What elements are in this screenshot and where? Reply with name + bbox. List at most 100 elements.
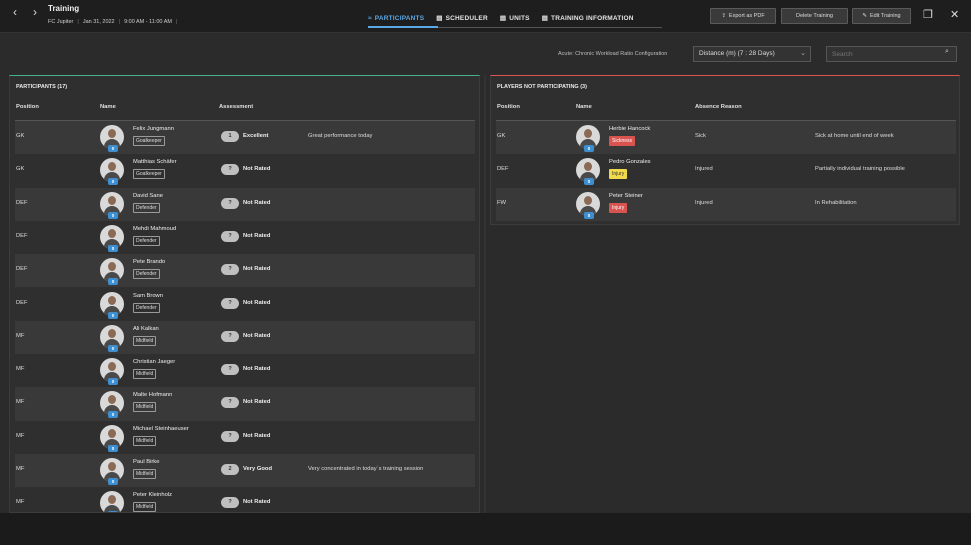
rating-badge[interactable]: ? [221, 297, 239, 309]
search-icon: ⌕ [945, 48, 949, 55]
avatar-badge: 0 [108, 344, 118, 352]
player-name[interactable]: Herbie Hancock [609, 126, 650, 132]
table-row[interactable]: DEF 0 Sam Brown Defender? Not Rated [15, 288, 475, 321]
rating-badge[interactable]: ? [221, 364, 239, 376]
player-position: GK [497, 133, 506, 139]
separator: | [175, 19, 178, 25]
absence-note: Sick at home until end of week [815, 133, 894, 139]
avatar-badge: 0 [108, 311, 118, 319]
chevron-right-icon[interactable]: › [33, 5, 37, 19]
player-name[interactable]: Pete Brando [133, 259, 165, 265]
player-role-badge: Defender [133, 202, 160, 213]
rating-badge[interactable]: ? [221, 230, 239, 242]
avatar-badge: 0 [584, 178, 594, 186]
player-name[interactable]: David Sane [133, 193, 163, 199]
table-row[interactable]: DEF 0 Pete Brando Defender? Not Rated [15, 254, 475, 288]
player-name[interactable]: Peter Kleinholz [133, 492, 172, 498]
delete-label: Delete Training [796, 13, 833, 19]
avatar-head [108, 395, 116, 405]
avatar-badge: 0 [108, 278, 118, 286]
player-name[interactable]: Ali Kalkan [133, 326, 159, 332]
player-position: MF [16, 366, 25, 373]
player-role-badge: Midfield [133, 335, 157, 346]
table-row[interactable]: GK 0 Herbie Hancock Sickness Sick Sick at hom… [496, 121, 956, 155]
export-pdf-button[interactable]: ⇪ Export as PDF [710, 8, 776, 24]
player-position: MF [16, 499, 25, 506]
rating-badge[interactable]: ? [221, 397, 239, 409]
player-role-badge: Midfield [133, 369, 157, 380]
player-name[interactable]: Michael Steinhaeuser [133, 426, 189, 432]
table-row[interactable]: DEF 0 Pedro Gonzales Injury Injured Partially… [496, 154, 956, 187]
player-name[interactable]: Christian Jaeger [133, 359, 175, 365]
avatar-head [108, 428, 116, 438]
search-input[interactable] [826, 46, 957, 62]
top-bar: ‹ › Training FC Jupiter | Jan 31, 2022 |… [0, 0, 971, 33]
tab-underline [368, 26, 662, 28]
absence-tag: Sickness [609, 136, 636, 146]
avatar-badge: 0 [584, 145, 594, 152]
popout-icon[interactable]: ❐ [923, 8, 933, 21]
player-name[interactable]: Mehdi Mahmoud [133, 226, 176, 232]
player-name[interactable]: Felix Jungmann [133, 126, 174, 132]
table-row[interactable]: FW 0 Peter Steiner Injury Injured In Rehabili… [496, 187, 956, 221]
not-participating-title: PLAYERS NOT PARTICIPATING (3) [497, 84, 587, 90]
assessment-comment: Great performance today [308, 133, 373, 139]
table-row[interactable]: MF 0 Paul Birke Midfield 2 Very Good Very conc… [15, 454, 475, 488]
rating-label: Not Rated [243, 399, 271, 406]
edit-training-button[interactable]: ✎ Edit Training [852, 8, 911, 24]
assessment-comment: Very concentrated in today´s training se… [308, 466, 424, 472]
rating-badge[interactable]: 2 [221, 464, 239, 475]
tab-label: UNITS [509, 14, 530, 22]
rating-badge[interactable]: ? [221, 197, 239, 209]
absence-tag: Injury [609, 169, 628, 180]
player-role-badge: Midfield [133, 469, 157, 479]
delete-training-button[interactable]: Delete Training [781, 8, 848, 24]
rating-badge[interactable]: ? [221, 497, 239, 509]
table-row[interactable]: MF 0 Michael Steinhaeuser Midfield? Not Rate… [15, 421, 475, 454]
table-row[interactable]: GK 0 Felix Jungmann Goalkeeper 1 Excellent Gre… [15, 121, 475, 155]
player-name[interactable]: Matthias Schäfer [133, 159, 177, 165]
chevron-left-icon[interactable]: ‹ [13, 5, 17, 19]
player-name[interactable]: Malte Hofmann [133, 392, 172, 398]
tab-participants[interactable]: ≈ PARTICIPANTS [368, 14, 424, 26]
avatar-head [108, 462, 116, 471]
avatar-head [108, 362, 116, 372]
player-name[interactable]: Peter Steiner [609, 193, 643, 199]
avatar-head [108, 495, 116, 505]
rating-badge[interactable]: 1 [221, 131, 239, 142]
tab-training-information[interactable]: ▤ TRAINING INFORMATION [542, 14, 634, 26]
table-row[interactable]: MF 0 Christian Jaeger Midfield? Not Rated [15, 354, 475, 387]
table-row[interactable]: GK 0 Matthias Schäfer Goalkeeper? Not Rated [15, 154, 475, 187]
avatar-head [108, 195, 116, 205]
avatar [100, 491, 124, 512]
player-position: DEF [497, 166, 509, 173]
table-row[interactable]: DEF 0 Mehdi Mahmoud Defender? Not Rated [15, 221, 475, 254]
avatar-head [584, 195, 592, 205]
table-row[interactable]: DEF 0 David Sane Defender? Not Rated [15, 187, 475, 221]
rating-label: Not Rated [243, 332, 271, 339]
acwr-config-select[interactable]: Distance (m) (7 : 28 Days) ⌄ [693, 46, 811, 62]
rating-badge[interactable]: ? [221, 164, 239, 176]
separator: | [77, 19, 79, 25]
edit-icon: ✎ [862, 13, 868, 19]
tab-scheduler[interactable]: ▤ SCHEDULER [436, 14, 488, 26]
table-row[interactable]: MF 0 Ali Kalkan Midfield? Not Rated [15, 320, 475, 355]
rating-badge[interactable]: ? [221, 430, 239, 442]
player-name[interactable]: Sam Brown [133, 293, 163, 299]
table-row[interactable]: MF0Peter KleinholzMidfield?Not Rated [15, 487, 475, 512]
rating-badge[interactable]: ? [221, 264, 239, 276]
avatar-badge: 0 [108, 244, 118, 252]
tab-units[interactable]: ▤ UNITS [500, 14, 530, 26]
rating-label: Not Rated [243, 266, 271, 273]
rating-label: Not Rated [243, 232, 271, 239]
document-icon: ▤ [499, 15, 507, 22]
table-row[interactable]: MF 0 Malte Hofmann Midfield? Not Rated [15, 387, 475, 421]
rating-label: Excellent [243, 133, 269, 139]
player-role-badge: Midfield [133, 402, 157, 413]
close-icon[interactable]: ✕ [950, 8, 959, 21]
player-name[interactable]: Pedro Gonzales [609, 159, 651, 165]
player-name[interactable]: Paul Birke [133, 459, 159, 465]
player-role-badge: Midfield [133, 502, 157, 512]
rating-badge[interactable]: ? [221, 330, 239, 342]
scrollbar[interactable] [484, 75, 486, 513]
